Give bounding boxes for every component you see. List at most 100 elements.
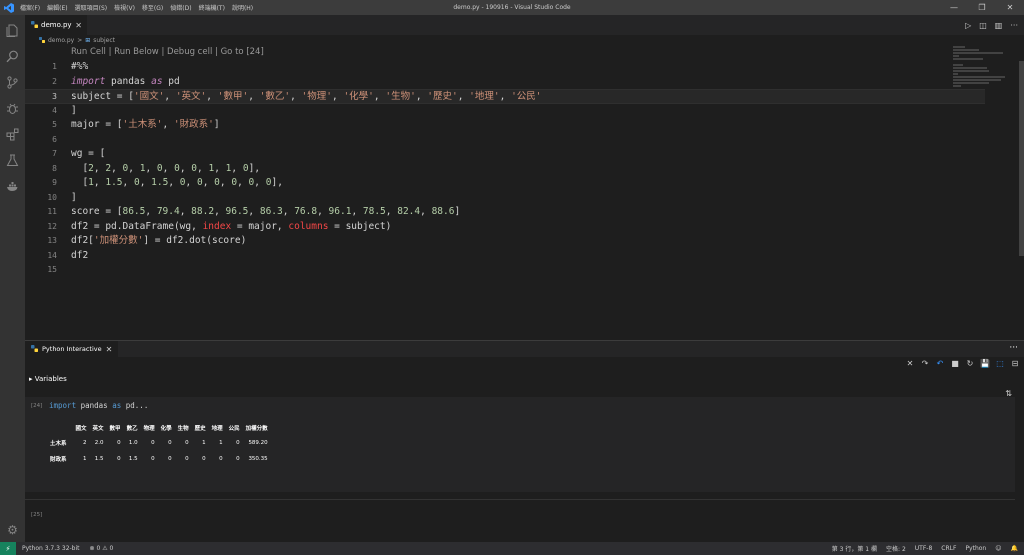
remote-icon[interactable]: ⚡ [0,542,16,555]
string-token: '公民' [511,91,542,102]
interactive-toolbar: ✕ ↷ ↶ ■ ↻ 💾 ⬚ ⊟ [905,359,1020,368]
panel-more-icon[interactable]: ··· [1009,343,1018,353]
string-token: '生物' [385,91,416,102]
code-line: 12 df2 = pd.DataFrame(wg, index = major, … [25,220,985,235]
menu-go[interactable]: 移至(G) [142,3,163,12]
panel-tab-close-icon[interactable]: ✕ [106,345,113,354]
run-cell-link[interactable]: Run Cell [71,47,106,57]
string-token: '物理' [301,91,332,102]
python-interpreter[interactable]: Python 3.7.3 32-bit [22,545,80,552]
cell-execution-count: [24] [31,403,43,409]
menu-selection[interactable]: 選取項目(S) [75,3,108,12]
code-text: df2 = pd.DataFrame(wg, index = major, co… [71,220,391,235]
run-below-link[interactable]: Run Below [114,47,159,57]
line-ending[interactable]: CRLF [941,545,956,552]
code-text: ] [71,191,77,203]
cell-code-preview[interactable]: import pandas as pd... [49,401,148,410]
clear-all-icon[interactable]: ✕ [905,359,915,368]
editor-scrollbar[interactable] [1019,61,1024,256]
restart-kernel-icon[interactable]: ↻ [965,359,975,368]
menu-view[interactable]: 檢視(V) [114,3,135,12]
code-text: wg = [ [71,148,106,159]
menu-debug[interactable]: 偵錯(D) [170,3,191,12]
table-row: 土木系 2 2.0 0 1.0 0 0 0 1 1 0 589.20 [47,435,271,451]
number-token: 0 [231,177,238,188]
language-mode[interactable]: Python [965,545,986,552]
column-header: 地理 [211,426,223,432]
split-editor-icon[interactable]: ▥ [995,21,1003,30]
number-token: 88.2 [191,206,215,217]
test-flask-icon[interactable] [0,147,25,173]
redo-icon[interactable]: ↷ [920,359,930,368]
menu-file[interactable]: 檔案(F) [20,3,40,12]
number-token: 82.4 [397,206,421,217]
number-token: 96.5 [225,206,249,217]
docker-icon[interactable] [0,173,25,199]
extensions-icon[interactable] [0,121,25,147]
interrupt-kernel-icon[interactable]: ■ [950,359,960,368]
export-icon[interactable]: ⬚ [995,359,1005,368]
window-controls: — ❐ ✕ [940,0,1024,15]
encoding[interactable]: UTF-8 [915,545,933,552]
save-notebook-icon[interactable]: 💾 [980,359,990,368]
debug-cell-link[interactable]: Debug cell [167,47,212,57]
code-line: 6 [25,133,985,148]
column-header: 英文 [92,426,104,432]
line-number: 14 [47,250,57,260]
string-token: '加權分數' [93,235,144,246]
table-cell: 350.35 [248,456,268,462]
code-lines: 1 #%% 2 import pandas as pd 3 subject = ['國… [25,60,985,278]
code-line: 1 #%% [25,60,985,75]
tab-close-icon[interactable]: ✕ [75,21,82,30]
restore-button[interactable]: ❐ [968,0,996,15]
status-right: 第 3 行，第 1 欄 空格: 2 UTF-8 CRLF Python ☺ 🔔 [832,544,1018,553]
problems-indicator[interactable]: ⊗ 0 ⚠ 0 [90,545,114,552]
breadcrumb-symbol[interactable]: subject [93,37,115,44]
close-window-button[interactable]: ✕ [996,0,1024,15]
source-control-icon[interactable] [0,69,25,95]
cursor-position[interactable]: 第 3 行，第 1 欄 [832,544,877,553]
codelens-separator: | [212,47,221,57]
minimap[interactable] [953,46,1013,106]
column-header: 生物 [177,426,189,432]
goto-cell-link[interactable]: Go to [24] [221,47,264,57]
table-cell: 0 [168,456,172,462]
input-cell[interactable]: [25] [25,499,1015,529]
indentation[interactable]: 空格: 2 [886,544,906,553]
string-token: '數乙' [259,91,291,102]
number-token: 0 [191,162,198,174]
open-preview-icon[interactable]: ◫ [979,21,987,30]
code-token: = subject) [328,220,392,232]
search-icon[interactable] [0,43,25,69]
line-number: 15 [47,265,57,274]
run-file-icon[interactable]: ▷ [965,21,971,30]
menu-edit[interactable]: 編輯(E) [47,3,67,12]
variables-label: Variables [34,375,67,383]
code-editor[interactable]: Run Cell | Run Below | Debug cell | Go t… [25,46,1024,340]
output-cell[interactable]: [24] import pandas as pd... 國文 英文 數甲 數乙 … [25,397,1015,492]
explorer-icon[interactable] [0,17,25,43]
code-line: 14 df2 [25,249,985,264]
menu-help[interactable]: 說明(H) [232,3,253,12]
breadcrumb-file[interactable]: demo.py [48,37,74,44]
gear-icon[interactable]: ⚙ [0,518,25,542]
minimize-button[interactable]: — [940,0,968,15]
undo-icon[interactable]: ↶ [935,359,945,368]
menu-terminal[interactable]: 終端機(T) [199,3,225,12]
number-token: 2 [105,162,112,174]
debug-icon[interactable] [0,95,25,121]
collapse-all-icon[interactable]: ⊟ [1010,359,1020,368]
string-token: '地理' [469,91,500,102]
code-token: subject = [ [71,91,134,102]
table-cell: 0 [117,440,121,446]
keyword: as [151,75,163,87]
number-token: 1 [208,162,215,174]
tab-demo-py[interactable]: demo.py ✕ [25,15,87,35]
number-token: 1.5 [151,177,169,188]
notifications-bell-icon[interactable]: 🔔 [1011,545,1018,552]
feedback-icon[interactable]: ☺ [995,545,1001,552]
tab-python-interactive[interactable]: Python Interactive ✕ [25,341,119,357]
more-actions-icon[interactable]: ··· [1010,21,1018,30]
line-number: 6 [52,134,57,144]
variables-toggle[interactable]: ▸ Variables [29,375,67,383]
